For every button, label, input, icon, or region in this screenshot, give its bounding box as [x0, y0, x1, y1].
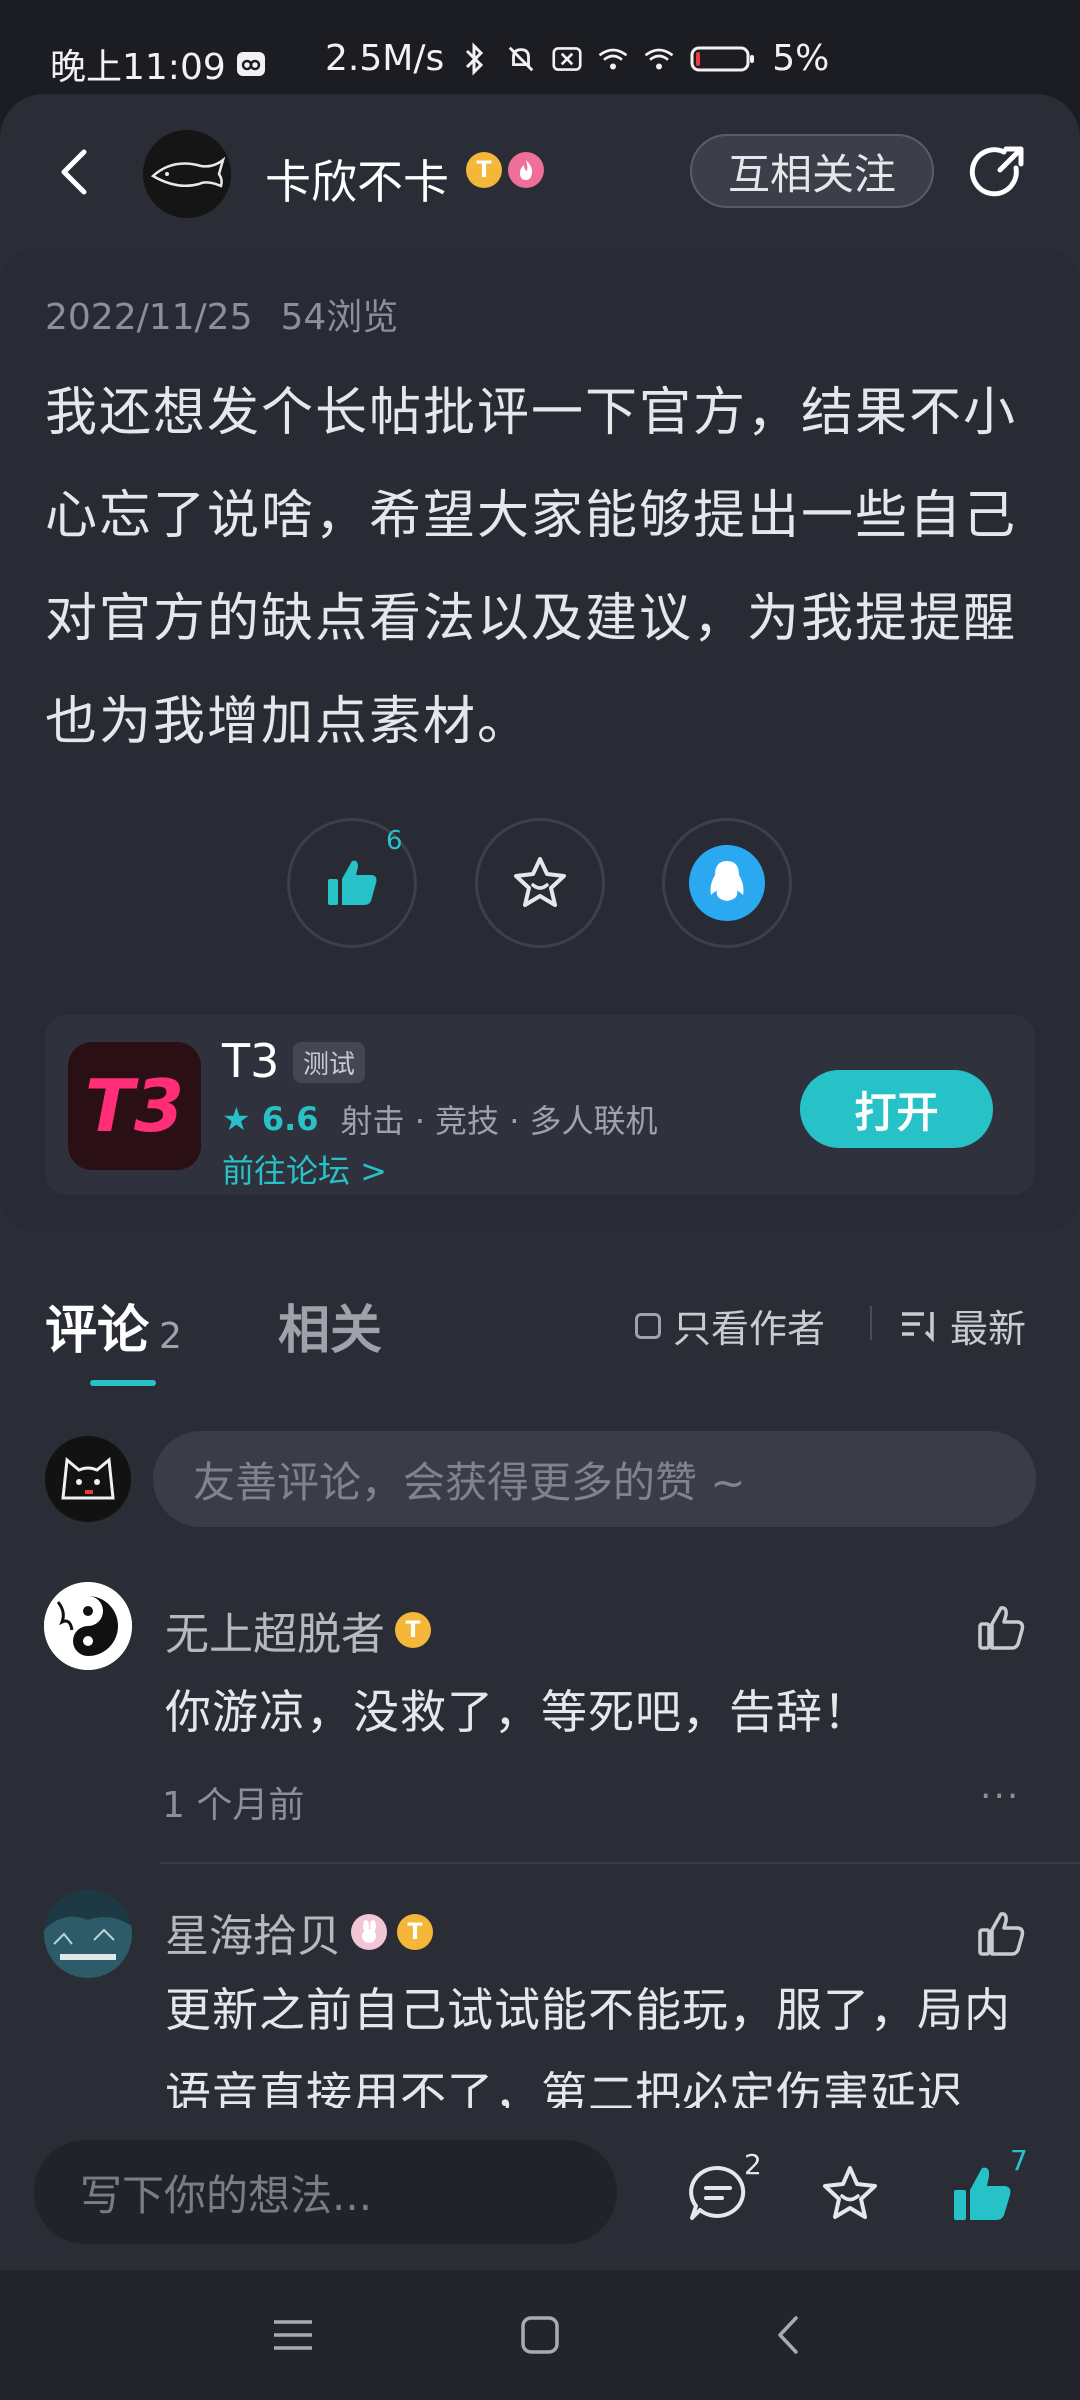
tab-comments-label: 评论 — [45, 1301, 150, 1361]
filter-divider — [870, 1306, 872, 1340]
comment-bubble-icon — [689, 2165, 746, 2220]
cloud-app-icon — [236, 49, 266, 79]
game-tag: 测试 — [293, 1042, 366, 1083]
comment-list-viewport: 星海拾贝 T 更新之前自己试试能不能玩，服了，局内语音直接用不了，第二把必定伤害… — [0, 1876, 1080, 2108]
share-icon[interactable] — [966, 140, 1030, 204]
game-rating: ★ 6.6 — [222, 1100, 319, 1138]
tab-comments-count: 2 — [159, 1316, 182, 1357]
sort-toggle[interactable]: 最新 — [900, 1298, 1026, 1353]
favorite-button[interactable] — [475, 818, 605, 948]
author-only-toggle[interactable]: 只看作者 — [635, 1298, 825, 1353]
commenter-avatar[interactable] — [44, 1890, 132, 1978]
rating-star-icon: ★ — [222, 1100, 262, 1138]
comment-like-button[interactable] — [974, 1602, 1028, 1656]
author-badges: T — [466, 152, 544, 188]
open-game-button[interactable]: 打开 — [800, 1070, 993, 1148]
battery-percent: 5% — [772, 38, 830, 79]
battery-icon — [690, 44, 756, 74]
star-icon — [514, 857, 566, 907]
sort-label: 最新 — [950, 1307, 1027, 1351]
post-meta: 2022/11/25 54浏览 — [45, 288, 398, 340]
comment-like-button[interactable] — [974, 1908, 1028, 1962]
author-avatar[interactable] — [143, 130, 231, 218]
commenter-name[interactable]: 无上超脱者 — [165, 1598, 385, 1662]
home-icon[interactable] — [517, 2312, 563, 2358]
comment-divider — [160, 1862, 1080, 1864]
reply-input[interactable]: 写下你的想法... — [34, 2140, 617, 2244]
sort-icon — [902, 1311, 934, 1342]
comment-more-button[interactable]: ··· — [980, 1776, 1020, 1817]
mute-bell-icon — [506, 44, 536, 74]
my-avatar[interactable] — [45, 1436, 131, 1522]
rating-value: 6.6 — [261, 1100, 319, 1138]
post-date: 2022/11/25 — [45, 297, 253, 338]
bottom-like-button[interactable] — [950, 2162, 1014, 2226]
post-header: 卡欣不卡 T 互相关注 — [0, 94, 1080, 244]
bottom-like-count: 7 — [1010, 2144, 1028, 2177]
network-speed: 2.5M/s — [325, 38, 445, 79]
author-name[interactable]: 卡欣不卡 — [265, 146, 449, 212]
tester-badge-icon: T — [395, 1612, 431, 1648]
qq-icon — [689, 845, 765, 921]
tab-comments[interactable]: 评论 2 — [45, 1288, 182, 1363]
comment-text: 更新之前自己试试能不能玩，服了，局内语音直接用不了，第二把必定伤害延迟 — [165, 1983, 1011, 2108]
author-only-checkbox[interactable] — [635, 1312, 661, 1339]
status-indicators: 2.5M/s 5% — [325, 38, 829, 79]
back-button[interactable] — [50, 142, 100, 202]
thumbs-up-icon — [954, 2167, 1011, 2220]
comment-count: 2 — [744, 2148, 762, 2181]
post-views: 54浏览 — [280, 297, 399, 338]
like-count: 6 — [386, 826, 403, 856]
commenter-name-row: 星海拾贝 T — [165, 1900, 433, 1964]
bunny-badge-icon — [351, 1914, 387, 1950]
mutual-follow-button[interactable]: 互相关注 — [690, 134, 934, 208]
game-meta: ★ 6.6 射击 · 竞技 · 多人联机 — [222, 1096, 658, 1142]
thumbs-up-icon — [328, 860, 377, 905]
status-time-group: 晚上11:09 — [50, 38, 266, 90]
flame-badge-icon — [508, 152, 544, 188]
comment-time: 1 个月前 — [162, 1785, 305, 1826]
menu-icon[interactable] — [270, 2312, 316, 2358]
game-logo-text: T3 — [84, 1064, 185, 1148]
game-categories: 射击 · 竞技 · 多人联机 — [340, 1102, 658, 1140]
tester-badge-icon: T — [397, 1914, 433, 1950]
tab-related[interactable]: 相关 — [278, 1288, 382, 1363]
post-body: 我还想发个长帖批评一下官方，结果不小心忘了说啥，希望大家能够提出一些自己对官方的… — [45, 383, 1018, 752]
bluetooth-icon — [460, 41, 490, 76]
comment-text: 你游凉，没救了，等死吧，告辞！ — [165, 1685, 870, 1739]
status-time: 晚上11:09 — [50, 47, 226, 88]
qq-share-button[interactable] — [662, 818, 792, 948]
bottom-favorite-button[interactable] — [818, 2162, 882, 2226]
comment-button[interactable] — [686, 2162, 750, 2226]
wifi-icon-2 — [644, 44, 674, 74]
comment-input[interactable]: 友善评论，会获得更多的赞 ~ — [153, 1431, 1036, 1527]
wifi-icon-1 — [598, 44, 628, 74]
game-logo[interactable]: T3 — [68, 1042, 201, 1170]
active-tab-indicator — [90, 1380, 156, 1386]
commenter-avatar[interactable] — [44, 1582, 132, 1670]
game-title[interactable]: T3 — [222, 1034, 279, 1088]
commenter-name[interactable]: 星海拾贝 — [165, 1900, 341, 1964]
commenter-name-row: 无上超脱者 T — [165, 1598, 431, 1662]
author-only-label: 只看作者 — [673, 1307, 826, 1351]
thumbs-up-outline-icon — [978, 1606, 1025, 1650]
system-back-icon[interactable] — [766, 2312, 812, 2358]
forum-link[interactable]: 前往论坛 > — [222, 1146, 387, 1192]
status-bar: 晚上11:09 2.5M/s 5% — [0, 0, 1080, 94]
star-icon — [823, 2166, 877, 2219]
thumbs-up-outline-icon — [978, 1912, 1025, 1956]
no-sim-icon — [552, 44, 582, 74]
tester-badge-icon: T — [466, 152, 502, 188]
